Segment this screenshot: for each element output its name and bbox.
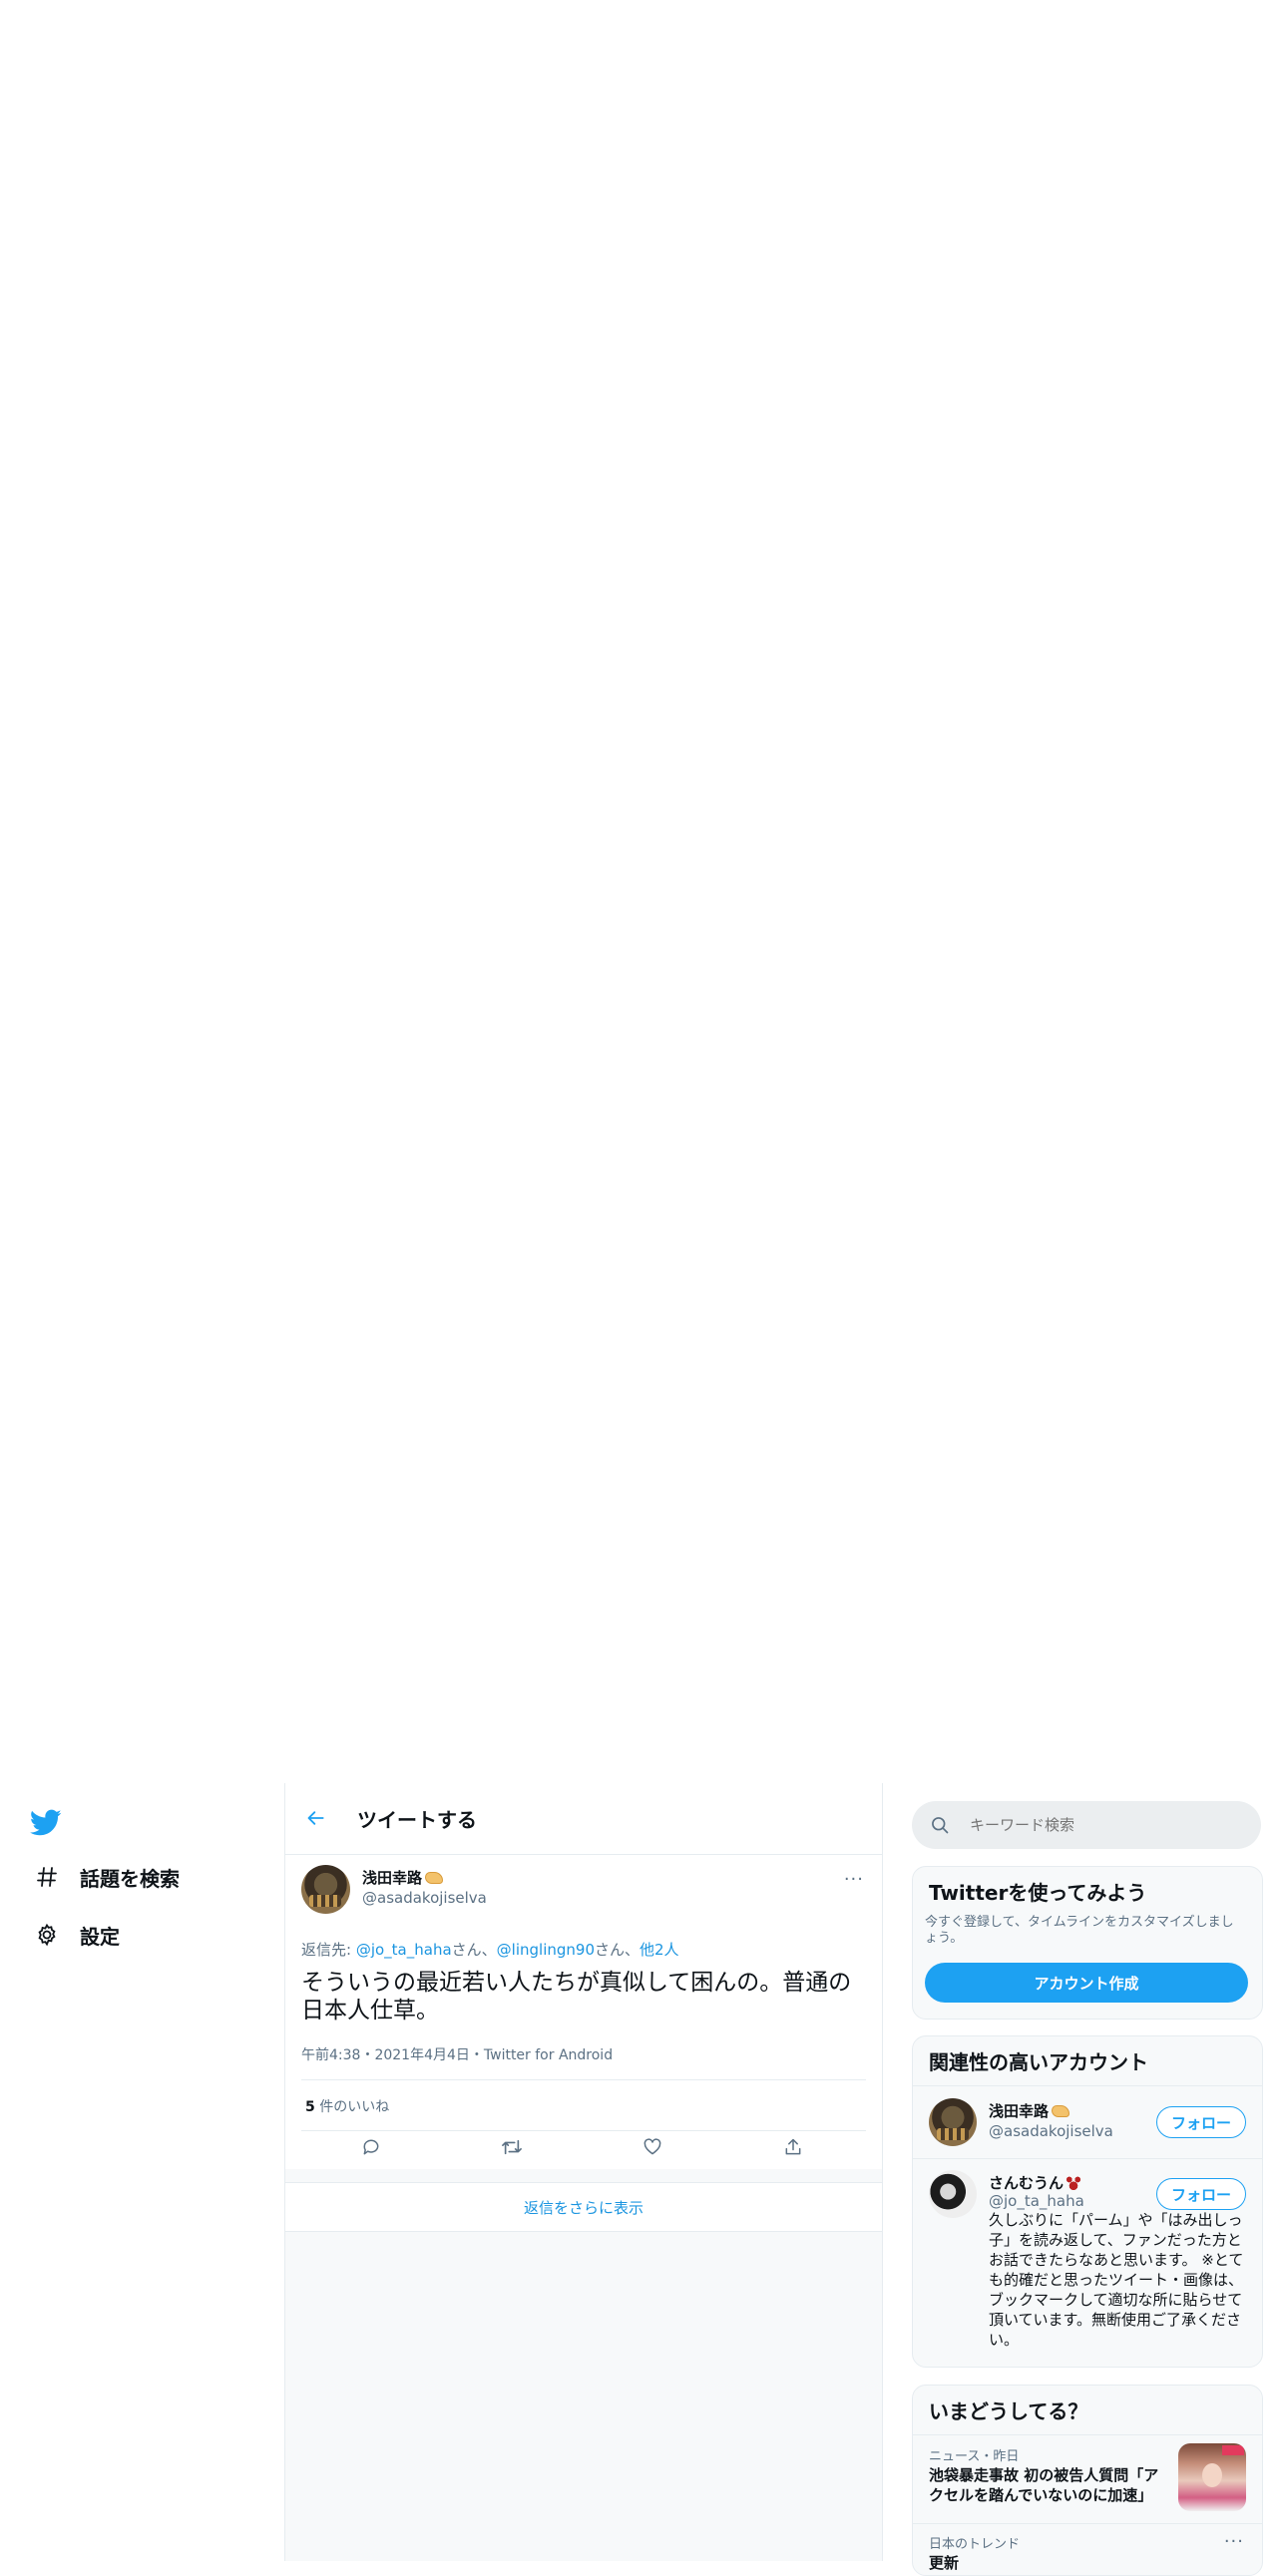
- trends-card: いまどうしてる？ ニュース・昨日 池袋暴走事故 初の被告人質問「アクセルを踏んで…: [912, 2385, 1263, 2576]
- search-bar[interactable]: [912, 1801, 1261, 1849]
- author-name[interactable]: 浅田幸路: [362, 1867, 444, 1888]
- hand-emoji-icon: [425, 1871, 444, 1884]
- search-icon: [930, 1815, 950, 1835]
- reply-user-link[interactable]: @jo_ta_haha: [356, 1941, 452, 1959]
- tweet-actions: [285, 2130, 882, 2168]
- trend-headline[interactable]: 更新: [929, 2553, 1168, 2573]
- heart-icon: [642, 2137, 662, 2161]
- account-bio: 久しぶりに「パーム」や「はみ出しっ子」を読み返して、ファンだった方とお話できたら…: [989, 2211, 1244, 2349]
- account-avatar[interactable]: [929, 2170, 977, 2218]
- reply-icon: [361, 2137, 381, 2161]
- divider: [301, 2079, 866, 2080]
- reply-suffix: さん、: [595, 1941, 640, 1959]
- account-handle[interactable]: @jo_ta_haha: [989, 2192, 1084, 2210]
- author-avatar[interactable]: [301, 1865, 350, 1914]
- account-name-text: さんむうん: [989, 2174, 1065, 2192]
- likes-number: 5: [305, 2099, 315, 2115]
- divider: [913, 2434, 1262, 2435]
- nav-settings-label: 設定: [80, 1924, 120, 1949]
- trend-category: 日本のトレンド: [929, 2537, 1021, 2552]
- arrow-left-icon: [306, 1808, 326, 1832]
- follow-button[interactable]: フォロー: [1156, 2106, 1246, 2138]
- related-accounts-card: 関連性の高いアカウント 浅田幸路 @asadakojiselva フォロー さん…: [912, 2035, 1263, 2368]
- account-avatar[interactable]: [929, 2098, 977, 2146]
- likes-count[interactable]: 5 件のいいね: [305, 2096, 389, 2116]
- page-title: ツイートする: [357, 1808, 477, 1832]
- show-more-replies[interactable]: 返信をさらに表示: [285, 2182, 882, 2232]
- account-name[interactable]: 浅田幸路: [989, 2100, 1070, 2121]
- trend-thumbnail[interactable]: [1178, 2443, 1246, 2511]
- back-button[interactable]: [299, 1803, 333, 1837]
- retweet-button[interactable]: [497, 2134, 527, 2164]
- reply-prefix: 返信先:: [301, 1941, 356, 1959]
- trend-headline[interactable]: 池袋暴走事故 初の被告人質問「アクセルを踏んでいないのに加速」: [929, 2465, 1168, 2505]
- tweet-meta[interactable]: 午前4:38・2021年4月4日・Twitter for Android: [301, 2044, 613, 2064]
- right-sidebar: Twitterを使ってみよう 今すぐ登録して、タイムラインをカスタマイズしましょ…: [912, 1783, 1263, 2576]
- likes-label: 件のいいね: [314, 2099, 390, 2115]
- reply-user-link[interactable]: @linglingn90: [497, 1941, 595, 1959]
- main-header: ツイートする: [285, 1783, 882, 1855]
- signup-card: Twitterを使ってみよう 今すぐ登録して、タイムラインをカスタマイズしましょ…: [912, 1866, 1263, 2020]
- divider: [913, 2158, 1262, 2159]
- account-name-text: 浅田幸路: [989, 2102, 1050, 2120]
- divider: [913, 2085, 1262, 2086]
- signup-title: Twitterを使ってみよう: [929, 1881, 1147, 1905]
- gear-icon: [32, 1920, 62, 1950]
- account-name[interactable]: さんむうん: [989, 2172, 1081, 2193]
- twitter-bird-icon[interactable]: [29, 1809, 62, 1837]
- tweet-text: そういうの最近若い人たちが真似して困んの。普通の日本人仕草。: [301, 1970, 852, 2024]
- trend-more-button[interactable]: ···: [1224, 2531, 1244, 2552]
- more-options-button[interactable]: ···: [844, 1869, 864, 1890]
- reply-to-line: 返信先: @jo_ta_hahaさん、@linglingn90さん、他2人: [301, 1939, 679, 1960]
- nav-settings[interactable]: 設定: [32, 1920, 120, 1950]
- nav-explore-label: 話題を検索: [80, 1866, 180, 1891]
- author-name-text: 浅田幸路: [362, 1869, 423, 1887]
- paw-emoji-icon: [1067, 2175, 1081, 2190]
- signup-description: 今すぐ登録して、タイムラインをカスタマイズしましょう。: [925, 1915, 1234, 1946]
- hand-emoji-icon: [1052, 2104, 1070, 2117]
- follow-button[interactable]: フォロー: [1156, 2178, 1246, 2210]
- trends-title: いまどうしてる？: [929, 2399, 1088, 2423]
- hashtag-icon: [32, 1862, 62, 1892]
- reply-button[interactable]: [356, 2134, 386, 2164]
- trend-category: ニュース・昨日: [929, 2449, 1020, 2464]
- main-column: ツイートする 浅田幸路 @asadakojiselva ··· 返信先: @jo…: [284, 1783, 883, 2561]
- author-handle[interactable]: @asadakojiselva: [362, 1889, 487, 1907]
- account-handle[interactable]: @asadakojiselva: [989, 2122, 1113, 2140]
- share-button[interactable]: [778, 2134, 808, 2164]
- reply-suffix: さん、: [451, 1941, 497, 1959]
- nav-explore[interactable]: 話題を検索: [32, 1862, 180, 1892]
- retweet-icon: [501, 2137, 523, 2161]
- share-icon: [783, 2137, 803, 2161]
- related-title: 関連性の高いアカウント: [929, 2050, 1148, 2074]
- like-button[interactable]: [638, 2134, 667, 2164]
- divider: [913, 2523, 1262, 2524]
- tweet-detail: 浅田幸路 @asadakojiselva ··· 返信先: @jo_ta_hah…: [285, 1855, 882, 2169]
- search-input[interactable]: [968, 1815, 1231, 1835]
- app-root: 話題を検索 設定 ツイートする 浅田幸路 @asadakojiselva ···…: [0, 1783, 1281, 2576]
- reply-others-link[interactable]: 他2人: [640, 1941, 679, 1959]
- left-sidebar: 話題を検索 設定: [0, 1783, 283, 2561]
- create-account-button[interactable]: アカウント作成: [925, 1963, 1248, 2003]
